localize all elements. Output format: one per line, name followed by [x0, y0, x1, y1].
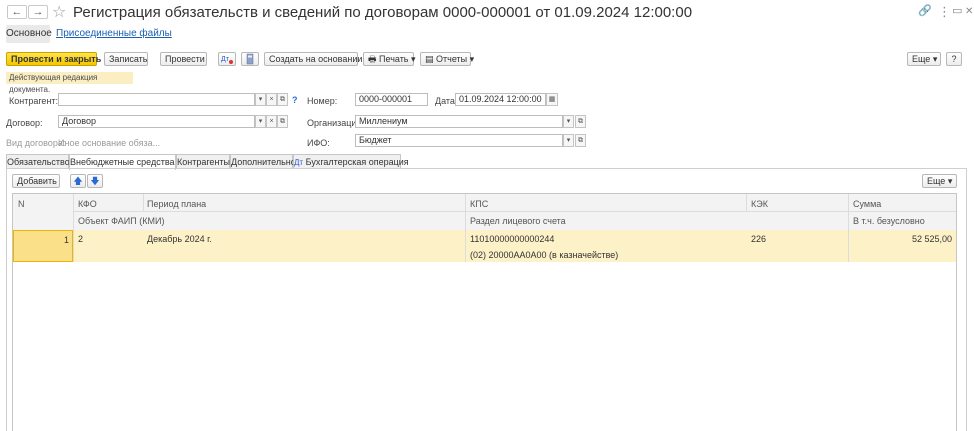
- back-button[interactable]: ←: [7, 5, 27, 19]
- nomer-label: Номер:: [307, 96, 338, 106]
- move-down-icon[interactable]: 🡇: [87, 174, 103, 188]
- org-dropdown-icon[interactable]: ▾: [563, 115, 574, 128]
- more-label: Еще: [912, 54, 931, 64]
- kontragent-help-icon[interactable]: ?: [292, 95, 298, 105]
- kontragent-open-icon[interactable]: ⧉: [277, 93, 288, 106]
- row-summa: 52 525,00: [911, 234, 952, 244]
- budget-table[interactable]: N КФО Период плана КПС КЭК Сумма Объект …: [12, 193, 957, 431]
- movements-icon: Дт: [294, 158, 304, 167]
- row-period: Декабрь 2024 г.: [147, 234, 212, 244]
- nomer-field[interactable]: 0000-000001: [355, 93, 428, 106]
- tab-obyazatelstvo[interactable]: Обязательство: [6, 154, 70, 169]
- data-field[interactable]: 01.09.2024 12:00:00: [455, 93, 546, 106]
- dogovor-clear-icon[interactable]: ×: [266, 115, 277, 128]
- ifo-label: ИФО:: [307, 138, 330, 148]
- header-kfo[interactable]: КФО: [78, 199, 97, 209]
- nav-tab-attached-files[interactable]: Присоединенные файлы: [56, 25, 172, 43]
- header-n[interactable]: N: [18, 199, 25, 209]
- ifo-field[interactable]: Бюджет: [355, 134, 563, 147]
- col-divider: [746, 194, 747, 211]
- print-button[interactable]: 🖶 Печать ▾: [363, 52, 416, 66]
- col-divider: [848, 194, 849, 262]
- add-row-button[interactable]: Добавить: [12, 174, 60, 188]
- window-title: Регистрация обязательств и сведений по д…: [73, 4, 693, 21]
- ifo-open-icon[interactable]: ⧉: [575, 134, 586, 147]
- col-divider: [143, 194, 144, 211]
- document-status-banner: Действующая редакция документа.: [6, 72, 133, 94]
- table-more-button[interactable]: Еще ▾: [922, 174, 957, 188]
- post-button[interactable]: Провести: [160, 52, 207, 66]
- more-menu-icon[interactable]: ⋮: [938, 4, 951, 20]
- post-and-close-button[interactable]: Провести и закрыть: [6, 52, 101, 66]
- more-button[interactable]: Еще ▾: [907, 52, 941, 66]
- calculator-icon[interactable]: [241, 52, 259, 66]
- favorite-star-icon[interactable]: ☆: [52, 2, 66, 22]
- tab-buh-operaciya[interactable]: Дт Бухгалтерская операция: [293, 154, 409, 169]
- restore-window-icon[interactable]: ▭: [952, 4, 962, 17]
- table-more-label: Еще: [927, 176, 946, 186]
- kontragent-dropdown-icon[interactable]: ▾: [255, 93, 266, 106]
- create-based-on-label: Создать на основании: [269, 54, 363, 64]
- kontragent-field[interactable]: [58, 93, 255, 106]
- reports-label: Отчеты: [436, 54, 468, 64]
- header-object[interactable]: Объект ФАИП (КМИ): [78, 216, 164, 226]
- reports-button[interactable]: ▤ Отчеты ▾: [420, 52, 474, 66]
- help-button[interactable]: ?: [946, 52, 962, 66]
- kontragent-label: Контрагент:: [9, 96, 59, 106]
- svg-text:Дт: Дт: [221, 56, 230, 63]
- link-icon[interactable]: 🔗: [918, 4, 932, 17]
- dogovor-dropdown-icon[interactable]: ▾: [255, 115, 266, 128]
- kontragent-clear-icon[interactable]: ×: [266, 93, 277, 106]
- col-divider: [465, 194, 466, 262]
- row-kfo: 2: [78, 234, 84, 244]
- chevron-down-icon: ▾: [469, 54, 475, 64]
- move-up-icon[interactable]: 🡅: [70, 174, 86, 188]
- header-summa[interactable]: Сумма: [853, 199, 881, 209]
- header-period[interactable]: Период плана: [147, 199, 206, 209]
- col-divider: [73, 194, 74, 262]
- row-n: 1: [63, 235, 69, 245]
- forward-button[interactable]: →: [28, 5, 48, 19]
- dogovor-field[interactable]: Договор: [58, 115, 255, 128]
- nav-tab-main[interactable]: Основное: [6, 25, 52, 43]
- vid-dogovora-label: Вид договора:: [6, 138, 66, 148]
- printer-icon: 🖶: [368, 54, 377, 64]
- header-divider: [73, 211, 956, 212]
- movements-icon[interactable]: Дт: [218, 52, 236, 66]
- org-open-icon[interactable]: ⧉: [575, 115, 586, 128]
- header-razdel[interactable]: Раздел лицевого счета: [470, 216, 566, 226]
- create-based-on-button[interactable]: Создать на основании ▾: [264, 52, 369, 66]
- dogovor-label: Договор:: [6, 118, 43, 128]
- dogovor-open-icon[interactable]: ⧉: [277, 115, 288, 128]
- chevron-down-icon: ▾: [411, 54, 416, 64]
- reports-icon: ▤: [425, 54, 434, 64]
- tab-dopolnitelno[interactable]: Дополнительно: [230, 154, 296, 169]
- header-unconditional[interactable]: В т.ч. безусловно: [853, 216, 925, 226]
- org-field[interactable]: Миллениум: [355, 115, 563, 128]
- tab-kontragenty[interactable]: Контрагенты: [176, 154, 230, 169]
- header-kek[interactable]: КЭК: [751, 199, 768, 209]
- table-row[interactable]: 1 2 Декабрь 2024 г. 11010000000000244 22…: [13, 230, 956, 262]
- table-header: N КФО Период плана КПС КЭК Сумма Объект …: [13, 194, 956, 230]
- close-window-icon[interactable]: ✕: [965, 6, 973, 17]
- row-kps: 11010000000000244: [470, 234, 555, 244]
- row-razdel: (02) 20000АА0А00 (в казначействе): [470, 250, 619, 260]
- row-number-cell[interactable]: 1: [13, 230, 73, 262]
- chevron-down-icon: ▾: [947, 176, 953, 186]
- print-label: Печать: [379, 54, 409, 64]
- ifo-dropdown-icon[interactable]: ▾: [563, 134, 574, 147]
- chevron-down-icon: ▾: [932, 54, 938, 64]
- row-kek: 226: [751, 234, 767, 244]
- header-kps[interactable]: КПС: [470, 199, 488, 209]
- vid-dogovora-value: Иное основание обяза...: [58, 138, 161, 148]
- save-button[interactable]: Записать: [104, 52, 148, 66]
- calendar-icon[interactable]: ▦: [546, 93, 558, 106]
- tab-buh-operaciya-label: Бухгалтерская операция: [305, 157, 409, 167]
